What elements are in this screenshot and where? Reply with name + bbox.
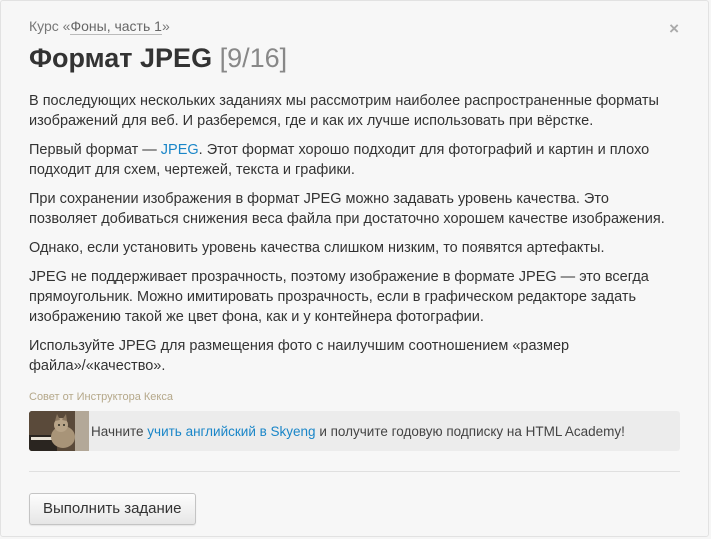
paragraph-text: Первый формат — [29, 142, 161, 158]
divider [29, 471, 680, 472]
page-title: Формат JPEG [9/16] [29, 41, 680, 75]
promo-text-after: и получите годовую подписку на HTML Acad… [315, 423, 625, 439]
promo-banner: Начните учить английский в Skyeng и полу… [29, 411, 680, 451]
skyeng-link[interactable]: учить английский в Skyeng [147, 424, 315, 439]
task-content: В последующих нескольких заданиях мы рас… [29, 91, 680, 376]
cat-photo-image [29, 411, 89, 451]
paragraph-intro: В последующих нескольких заданиях мы рас… [29, 93, 659, 129]
tip-label: Совет от Инструктора Кекса [29, 391, 173, 403]
promo-text: Начните учить английский в Skyeng и полу… [89, 424, 625, 439]
paragraph-artifacts: Однако, если установить уровень качества… [29, 240, 605, 256]
course-link[interactable]: Фоны, часть 1 [70, 18, 162, 35]
title-text: Формат JPEG [29, 43, 213, 73]
task-dialog: Курс «Фоны, часть 1» × Формат JPEG [9/16… [0, 0, 709, 537]
submit-task-button[interactable]: Выполнить задание [29, 493, 196, 525]
step-counter: [9/16] [219, 43, 288, 73]
breadcrumb: Курс «Фоны, часть 1» [29, 16, 680, 36]
breadcrumb-suffix: » [161, 18, 170, 34]
paragraph-usage: Используйте JPEG для размещения фото с н… [29, 338, 570, 374]
paragraph-transparency: JPEG не поддерживает прозрачность, поэто… [29, 269, 649, 325]
jpeg-link[interactable]: JPEG [161, 142, 199, 158]
breadcrumb-prefix: Курс « [29, 18, 71, 34]
promo-text-before: Начните [91, 423, 148, 439]
cat-illustration-icon [29, 411, 89, 451]
close-icon[interactable]: × [669, 20, 679, 37]
paragraph-quality: При сохранении изображения в формат JPEG… [29, 191, 665, 227]
paragraph-first-format: Первый формат — JPEG. Этот формат хорошо… [29, 140, 680, 180]
